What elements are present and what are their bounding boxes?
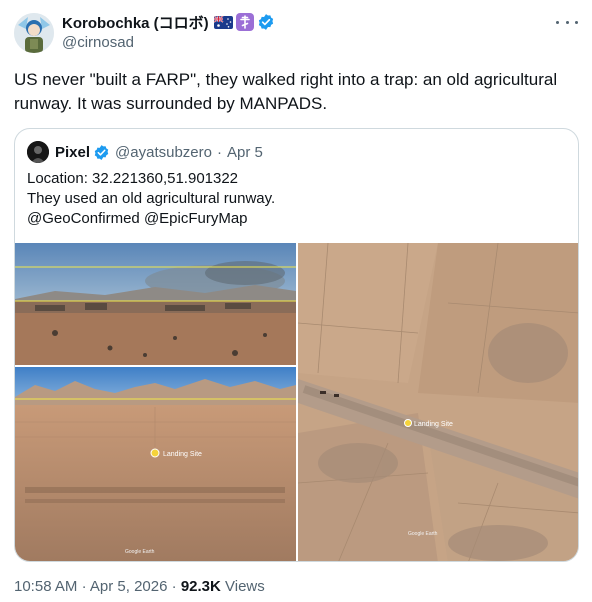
orthodox-cross-icon bbox=[235, 13, 254, 31]
quoted-media: Landing Site Google Earth Landing Site G… bbox=[15, 243, 578, 561]
quoted-tweet-header: Pixel @ayatsubzero · Apr 5 bbox=[27, 141, 263, 163]
media-photo-landing-site[interactable]: Landing Site Google Earth bbox=[15, 367, 296, 561]
author-avatar[interactable] bbox=[14, 13, 54, 53]
media-photo-airfield-smoke[interactable] bbox=[15, 243, 296, 365]
quoted-tweet[interactable]: Pixel @ayatsubzero · Apr 5 Location: 32.… bbox=[14, 128, 579, 562]
tweet-text: US never "built a FARP", they walked rig… bbox=[14, 68, 574, 116]
tweet-date[interactable]: Apr 5, 2026 bbox=[90, 578, 168, 595]
views-label: Views bbox=[225, 578, 265, 595]
quoted-text-line: They used an old agricultural runway. bbox=[27, 190, 276, 207]
author-handle[interactable]: @cirnosad bbox=[62, 34, 275, 51]
quoted-author-name: Pixel bbox=[55, 143, 91, 161]
tweet-footer: 10:58 AM · Apr 5, 2026 · 92.3K Views bbox=[14, 578, 265, 595]
tweet-header: Korobochka (コロボ) @cirnosad bbox=[62, 12, 275, 51]
australia-flag-icon bbox=[213, 15, 233, 29]
landing-site-label: Landing Site bbox=[414, 421, 453, 428]
quoted-tweet-text: Location: 32.221360,51.901322 They used … bbox=[27, 169, 275, 229]
quoted-date: Apr 5 bbox=[226, 143, 263, 161]
footer-separator: · bbox=[81, 578, 87, 595]
quoted-text-line: Location: 32.221360,51.901322 bbox=[27, 170, 239, 187]
landing-site-label: Landing Site bbox=[163, 451, 202, 458]
quoted-text-line: @GeoConfirmed @EpicFuryMap bbox=[27, 210, 248, 227]
verified-badge-icon bbox=[93, 144, 110, 161]
header-separator: · bbox=[216, 143, 222, 161]
media-satellite-runway[interactable]: Landing Site Google Earth bbox=[298, 243, 578, 561]
tweet-text-line: US never "built a FARP", they walked rig… bbox=[14, 70, 558, 89]
google-earth-credit: Google Earth bbox=[125, 549, 155, 555]
tweet-time[interactable]: 10:58 AM bbox=[14, 578, 77, 595]
author-display-name[interactable]: Korobochka (コロボ) bbox=[62, 12, 209, 33]
quoted-author-handle: @ayatsubzero bbox=[115, 143, 212, 161]
more-options-icon[interactable] bbox=[556, 14, 578, 30]
tweet-text-line: runway. It was surrounded by MANPADS. bbox=[14, 94, 328, 113]
google-earth-credit: Google Earth bbox=[408, 531, 438, 537]
verified-badge-icon[interactable] bbox=[257, 13, 275, 31]
quoted-author-avatar bbox=[27, 141, 49, 163]
footer-separator: · bbox=[171, 578, 177, 595]
views-count[interactable]: 92.3K bbox=[181, 578, 221, 595]
